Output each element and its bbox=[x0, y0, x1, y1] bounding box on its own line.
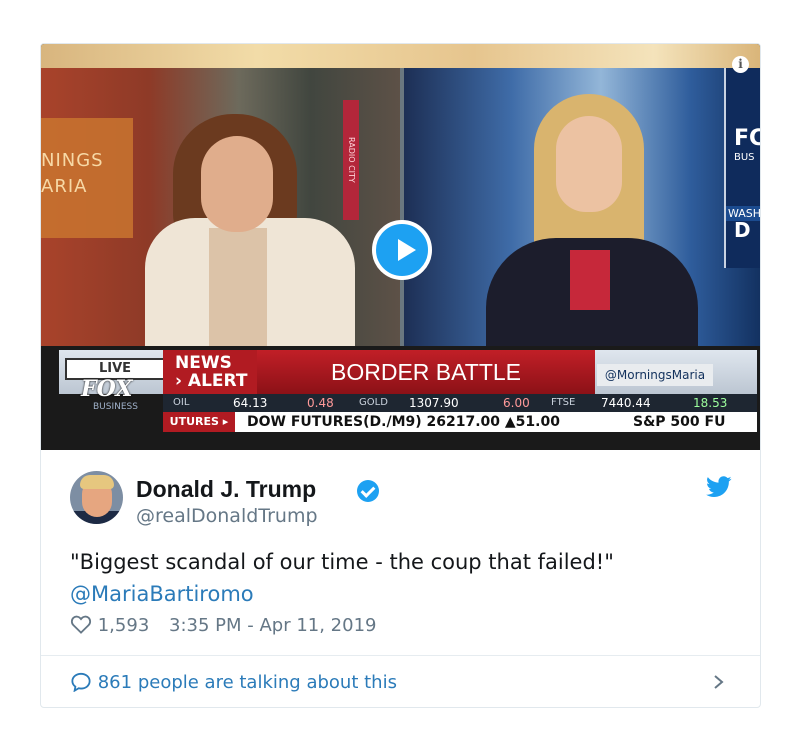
ticker-ftse-value: 7440.44 bbox=[601, 396, 651, 410]
ticker-oil-label: OIL bbox=[173, 397, 190, 408]
futures-text: DOW FUTURES(D./M9) 26217.00 ▲51.00 bbox=[247, 414, 560, 430]
talking-text[interactable]: 861 people are talking about this bbox=[98, 672, 397, 693]
ticker-oil-change: 0.48 bbox=[307, 396, 334, 410]
author-handle[interactable]: @realDonaldTrump bbox=[136, 505, 318, 527]
twitter-bird-icon[interactable] bbox=[706, 476, 732, 498]
video-left-panel: NINGS ARIA RADIO CITY bbox=[41, 68, 400, 348]
verified-badge-icon bbox=[357, 480, 379, 502]
chyron-handle: @MorningsMaria bbox=[597, 364, 713, 386]
news-alert-line-1: NEWS bbox=[175, 353, 232, 373]
show-logo-text-2: ARIA bbox=[41, 176, 88, 197]
tweet-mention-link[interactable]: @MariaBartiromo bbox=[70, 578, 614, 610]
market-ticker: OIL 64.13 0.48 GOLD 1307.90 6.00 FTSE 74… bbox=[163, 394, 757, 412]
guest-face bbox=[556, 116, 622, 212]
play-icon[interactable] bbox=[372, 220, 432, 280]
news-chyron: LIVE FOX BUSINESS NEWS › ALERT BORDER BA… bbox=[41, 346, 760, 450]
ticker-ftse-change: 18.53 bbox=[693, 396, 728, 410]
radio-city-sign: RADIO CITY bbox=[343, 100, 359, 220]
tweet-timestamp[interactable]: 3:35 PM - Apr 11, 2019 bbox=[169, 615, 376, 636]
network-logo: FOX bbox=[81, 376, 133, 402]
network-logo-sub: BUSINESS bbox=[93, 402, 138, 412]
futures-crawl: UTURES ▸ DOW FUTURES(D./M9) 26217.00 ▲51… bbox=[163, 412, 757, 432]
ticker-gold-label: GOLD bbox=[359, 397, 388, 408]
ticker-ftse-label: FTSE bbox=[551, 397, 576, 408]
like-count[interactable]: 1,593 bbox=[98, 615, 150, 636]
tweet-text: "Biggest scandal of our time - the coup … bbox=[70, 546, 614, 610]
show-logo-text-1: NINGS bbox=[41, 150, 104, 171]
ticker-gold-change: 6.00 bbox=[503, 396, 530, 410]
news-alert-line-2: › ALERT bbox=[175, 371, 248, 391]
host-face bbox=[201, 136, 273, 232]
network-sign-sub: BUS bbox=[734, 152, 755, 163]
tweet-body: Donald J. Trump @realDonaldTrump "Bigges… bbox=[41, 450, 760, 707]
avatar[interactable] bbox=[70, 471, 123, 524]
heart-icon[interactable] bbox=[70, 614, 92, 634]
video-top-strip bbox=[41, 44, 760, 68]
video-player[interactable]: NINGS ARIA RADIO CITY FC BUS WASH D i LI… bbox=[41, 44, 760, 450]
divider bbox=[41, 655, 760, 656]
talking-link[interactable]: 861 people are talking about this bbox=[70, 672, 397, 693]
sp500-text: S&P 500 FU bbox=[633, 414, 726, 430]
ticker-gold-value: 1307.90 bbox=[409, 396, 459, 410]
speech-bubble-icon bbox=[71, 672, 91, 692]
video-right-panel: FC BUS WASH D bbox=[404, 68, 760, 348]
tweet-meta: 1,593 3:35 PM - Apr 11, 2019 bbox=[70, 614, 376, 636]
guest-blouse bbox=[570, 250, 610, 310]
info-icon[interactable]: i bbox=[732, 56, 749, 73]
chyron-headline: BORDER BATTLE bbox=[257, 350, 595, 394]
avatar-hair bbox=[80, 475, 114, 489]
futures-tag: UTURES ▸ bbox=[163, 412, 235, 432]
network-sign-d: D bbox=[734, 218, 751, 242]
host-top bbox=[209, 228, 267, 348]
tweet-embed-card: NINGS ARIA RADIO CITY FC BUS WASH D i LI… bbox=[40, 43, 761, 708]
ticker-oil-value: 64.13 bbox=[233, 396, 268, 410]
author-name[interactable]: Donald J. Trump bbox=[136, 476, 316, 503]
network-sign-logo: FC bbox=[734, 126, 760, 151]
news-alert-badge: NEWS › ALERT bbox=[163, 350, 257, 394]
chevron-right-icon[interactable] bbox=[713, 674, 725, 690]
tweet-text-body: "Biggest scandal of our time - the coup … bbox=[70, 550, 614, 574]
